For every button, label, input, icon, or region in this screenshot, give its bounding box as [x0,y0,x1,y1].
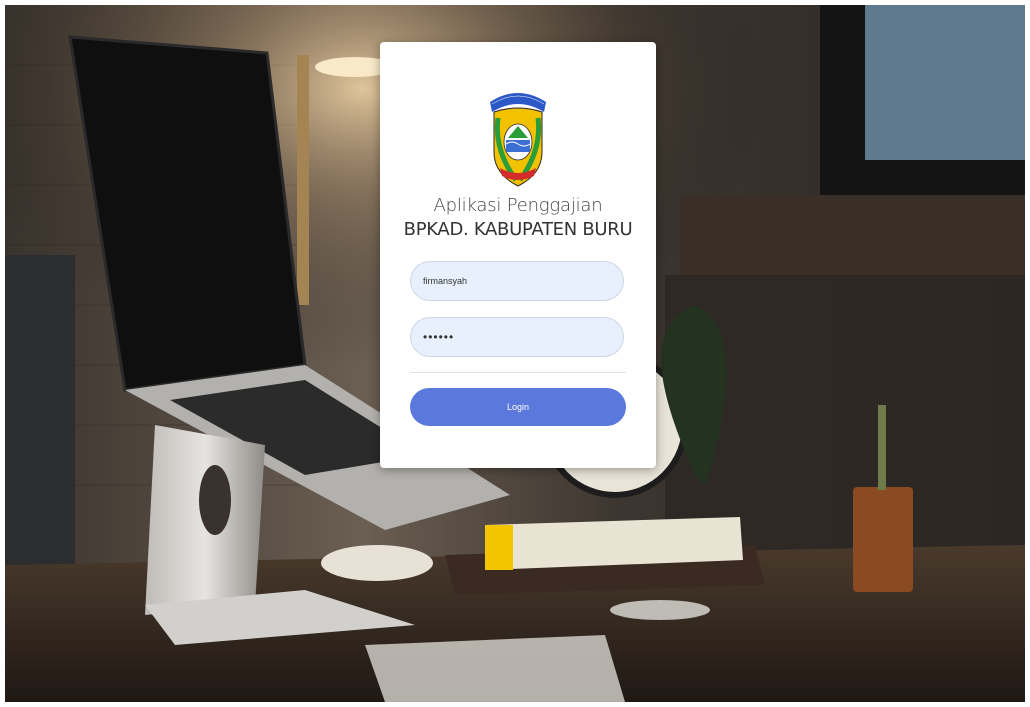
kabupaten-buru-logo [490,93,546,187]
login-button[interactable]: Login [410,388,626,426]
username-input[interactable] [410,261,624,301]
login-card: Aplikasi Penggajian BPKAD. KABUPATEN BUR… [380,42,656,468]
form-divider [410,372,626,373]
app-subtitle: BPKAD. KABUPATEN BURU [403,219,633,240]
password-input[interactable] [410,317,624,357]
login-screen: Aplikasi Penggajian BPKAD. KABUPATEN BUR… [5,5,1025,702]
app-title: Aplikasi Penggajian [433,195,603,216]
